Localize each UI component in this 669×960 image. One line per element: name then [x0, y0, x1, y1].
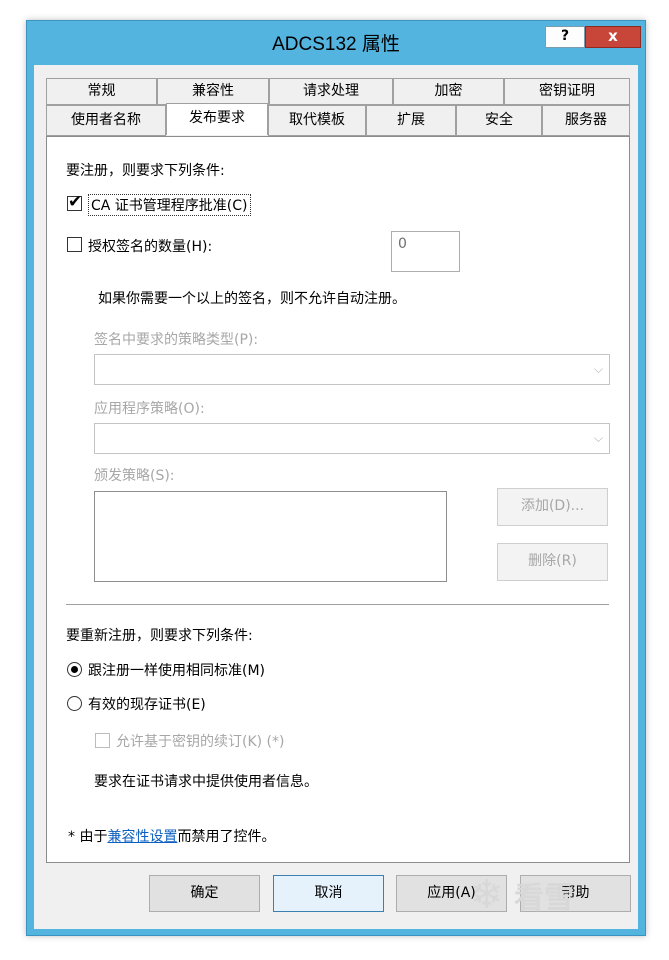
- application-policy-label: 应用程序策略(O):: [94, 401, 205, 417]
- subject-info-note: 要求在证书请求中提供使用者信息。: [94, 774, 318, 790]
- section-divider: [66, 604, 609, 605]
- ca-manager-approval-label[interactable]: CA 证书管理程序批准(C): [88, 194, 251, 216]
- policy-type-label: 签名中要求的策略类型(P):: [94, 332, 259, 348]
- footnote-prefix: * 由于: [68, 829, 108, 845]
- same-criteria-radio[interactable]: [67, 662, 82, 677]
- compatibility-settings-link[interactable]: 兼容性设置: [107, 829, 177, 845]
- ok-button[interactable]: 确定: [149, 875, 260, 912]
- authorized-signatures-label[interactable]: 授权签名的数量(H):: [88, 236, 212, 256]
- signatures-note: 如果你需要一个以上的签名，则不允许自动注册。: [98, 291, 406, 307]
- tab-extensions[interactable]: 扩展: [366, 105, 456, 136]
- add-policy-button[interactable]: 添加(D)...: [497, 488, 608, 526]
- valid-existing-cert-label[interactable]: 有效的现存证书(E): [88, 694, 206, 714]
- issuance-policy-list[interactable]: [94, 491, 447, 582]
- application-policy-select[interactable]: ⌵: [94, 423, 610, 454]
- radio-selected-dot: [71, 666, 78, 673]
- signatures-count-input[interactable]: 0: [391, 231, 460, 272]
- tab-security[interactable]: 安全: [456, 105, 542, 136]
- tab-general[interactable]: 常规: [46, 78, 157, 105]
- checkmark-icon: ✔: [68, 192, 83, 212]
- tab-server[interactable]: 服务器: [542, 105, 630, 136]
- tab-issuance-requirements[interactable]: 发布要求: [166, 103, 268, 135]
- valid-existing-cert-radio[interactable]: [67, 696, 82, 711]
- title-bar[interactable]: ADCS132 属性 ? x: [27, 21, 645, 65]
- tab-request-handling[interactable]: 请求处理: [269, 78, 393, 105]
- issuance-policy-label: 颁发策略(S):: [94, 468, 175, 484]
- key-based-renewal-label: 允许基于密钥的续订(K) (*): [116, 734, 285, 750]
- watermark-text: 看雪: [513, 881, 574, 916]
- chevron-down-icon: ⌵: [593, 362, 603, 376]
- same-criteria-label[interactable]: 跟注册一样使用相同标准(M): [88, 660, 265, 680]
- snowflake-icon: ❄: [470, 872, 504, 918]
- policy-type-select[interactable]: ⌵: [94, 354, 610, 385]
- help-title-button[interactable]: ?: [545, 26, 585, 48]
- remove-policy-button[interactable]: 删除(R): [497, 543, 608, 581]
- close-button[interactable]: x: [585, 26, 641, 48]
- authorized-signatures-checkbox[interactable]: [67, 237, 82, 252]
- tab-cryptography[interactable]: 加密: [393, 78, 504, 105]
- tab-superseded-templates[interactable]: 取代模板: [268, 105, 366, 136]
- chevron-down-icon: ⌵: [593, 431, 603, 445]
- footnote-suffix: 而禁用了控件。: [177, 829, 276, 845]
- tab-compatibility[interactable]: 兼容性: [157, 78, 269, 105]
- issuance-heading: 要注册，则要求下列条件:: [66, 163, 225, 179]
- ca-manager-approval-checkbox[interactable]: ✔: [67, 192, 83, 212]
- watermark-logo: ❄ 看雪: [470, 872, 640, 928]
- tab-subject-name[interactable]: 使用者名称: [46, 105, 166, 136]
- compatibility-footnote: * 由于兼容性设置而禁用了控件。: [68, 826, 275, 846]
- reenroll-heading: 要重新注册，则要求下列条件:: [66, 628, 253, 644]
- key-based-renewal-checkbox[interactable]: [95, 733, 110, 748]
- cancel-button[interactable]: 取消: [273, 875, 384, 912]
- tab-key-attestation[interactable]: 密钥证明: [504, 78, 630, 105]
